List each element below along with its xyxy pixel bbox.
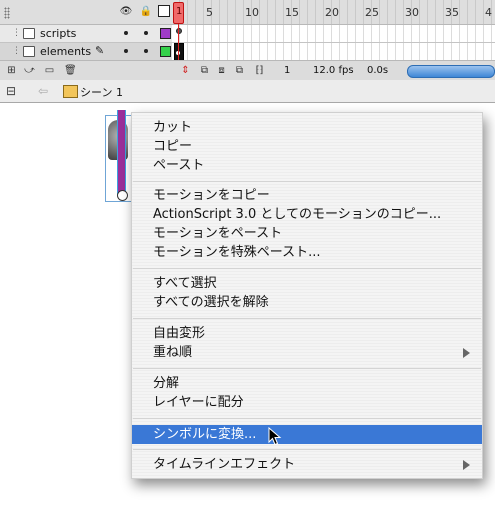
menu-item-label: 分解 [153, 376, 180, 391]
trash-icon[interactable]: 🗑 [64, 65, 77, 76]
layer-grip-icon: ⋮ [12, 46, 21, 56]
frame-ruler[interactable]: 5 10 15 20 25 30 35 4 [172, 0, 495, 24]
frame-number: 15 [285, 6, 299, 19]
outline-icon[interactable] [158, 5, 170, 17]
menu-item-label: すべて選択 [153, 276, 217, 291]
menu-item-copy-motion-as3[interactable]: ActionScript 3.0 としてのモーションのコピー... [132, 205, 482, 224]
current-frame: 1 [284, 65, 291, 76]
back-arrow-icon[interactable]: ⇦ [38, 84, 48, 98]
submenu-arrow-icon [463, 460, 470, 470]
transform-point[interactable] [117, 190, 128, 201]
menu-item-label: モーションをコピー [153, 188, 270, 203]
center-frame-icon[interactable]: ⇕ [180, 65, 191, 76]
layer-frames-scripts[interactable] [172, 25, 495, 43]
menu-separator [133, 368, 481, 369]
menu-item-arrange[interactable]: 重ね順 [132, 343, 482, 362]
frame-number: 35 [445, 6, 459, 19]
menu-item-label: カット [153, 120, 193, 135]
panel-grip[interactable] [4, 7, 10, 19]
timeline-header: 👁 🔒 5 10 15 20 25 30 35 4 1 [0, 0, 495, 25]
menu-item-deselect-all[interactable]: すべての選択を解除 [132, 293, 482, 312]
edit-bar: ⊟ ⇦ シーン 1 [0, 80, 495, 103]
timeline-toolbar: ⊞ ⤻ ▭ 🗑 ⇕ ⧉ ⧈ ⧉ ⁅⁆ 1 12.0 fps 0.0s [0, 60, 495, 82]
submenu-arrow-icon [463, 348, 470, 358]
onion-skin-icon[interactable]: ⧉ [199, 65, 210, 76]
selected-shape[interactable] [117, 110, 126, 195]
menu-item-distribute-to-layers[interactable]: レイヤーに配分 [132, 393, 482, 412]
menu-item-label: すべての選択を解除 [153, 295, 269, 310]
menu-separator [133, 181, 481, 182]
menu-item-free-transform[interactable]: 自由変形 [132, 324, 482, 343]
frame-number: 30 [405, 6, 419, 19]
menu-item-label: ペースト [153, 158, 205, 173]
eye-icon[interactable]: 👁 [119, 6, 133, 18]
keyframe-marker[interactable] [176, 28, 182, 34]
onion-markers-icon[interactable]: ⁅⁆ [254, 65, 265, 76]
context-menu: カット コピー ペースト モーションをコピー ActionScript 3.0 … [131, 112, 483, 479]
menu-item-convert-to-symbol[interactable]: シンボルに変換... [132, 425, 482, 444]
layer-color-swatch[interactable] [160, 46, 171, 57]
menu-item-label: モーションをペースト [153, 226, 283, 241]
menu-separator [133, 318, 481, 319]
onion-outline-icon[interactable]: ⧈ [216, 65, 227, 76]
menu-item-select-all[interactable]: すべて選択 [132, 274, 482, 293]
menu-item-label: レイヤーに配分 [153, 395, 244, 410]
mouse-cursor-icon [268, 427, 282, 446]
frame-rate: 12.0 fps [313, 65, 354, 76]
playhead-frame-number: 1 [176, 6, 183, 17]
new-folder-icon[interactable]: ▭ [44, 65, 55, 76]
layer-frames-elements[interactable] [172, 43, 495, 61]
layer-name[interactable]: elements [40, 45, 91, 58]
visibility-dot[interactable] [124, 49, 128, 53]
menu-item-timeline-effects[interactable]: タイムラインエフェクト [132, 455, 482, 474]
menu-item-paste-motion[interactable]: モーションをペースト [132, 224, 482, 243]
layer-grip-icon: ⋮ [12, 28, 21, 38]
frame-number: 4 [485, 6, 492, 19]
frame-number: 25 [365, 6, 379, 19]
scene-label[interactable]: シーン 1 [80, 84, 123, 100]
frame-number: 20 [325, 6, 339, 19]
motion-guide-icon[interactable]: ⤻ [24, 65, 35, 76]
layer-icon [23, 46, 35, 57]
menu-item-label: シンボルに変換... [153, 427, 257, 442]
pencil-icon: ✎ [95, 44, 105, 57]
menu-item-label: 重ね順 [153, 345, 193, 360]
menu-item-label: コピー [153, 139, 193, 154]
lock-dot[interactable] [144, 31, 148, 35]
menu-separator [133, 268, 481, 269]
menu-item-paste-motion-special[interactable]: モーションを特殊ペースト... [132, 243, 482, 262]
menu-item-label: ActionScript 3.0 としてのモーションのコピー... [153, 207, 442, 222]
frame-number: 10 [245, 6, 259, 19]
new-layer-icon[interactable]: ⊞ [6, 65, 17, 76]
menu-item-label: 自由変形 [153, 326, 206, 341]
frame-number: 5 [206, 6, 213, 19]
visibility-dot[interactable] [124, 31, 128, 35]
menu-item-copy[interactable]: コピー [132, 137, 482, 156]
lock-dot[interactable] [144, 49, 148, 53]
lock-icon[interactable]: 🔒 [139, 6, 153, 18]
menu-item-copy-motion[interactable]: モーションをコピー [132, 186, 482, 205]
edit-multiple-frames-icon[interactable]: ⧉ [234, 65, 245, 76]
menu-separator [133, 418, 481, 419]
elapsed-time: 0.0s [367, 65, 389, 76]
menu-item-break-apart[interactable]: 分解 [132, 374, 482, 393]
timeline-toggle-icon[interactable]: ⊟ [6, 84, 16, 98]
menu-item-cut[interactable]: カット [132, 118, 482, 137]
layer-row-elements[interactable]: ⋮ elements ✎ [0, 43, 172, 61]
timeline-scrollbar[interactable] [407, 65, 495, 78]
menu-separator [133, 449, 481, 450]
menu-item-label: タイムラインエフェクト [153, 457, 296, 472]
layer-icon [23, 28, 35, 39]
layer-name[interactable]: scripts [40, 27, 76, 40]
layer-row-scripts[interactable]: ⋮ scripts [0, 25, 172, 43]
menu-item-label: モーションを特殊ペースト... [153, 245, 321, 260]
timeline-panel: 👁 🔒 5 10 15 20 25 30 35 4 1 ⋮ scripts ⋮ … [0, 0, 495, 82]
layer-color-swatch[interactable] [160, 28, 171, 39]
scene-icon [63, 85, 78, 98]
menu-item-paste[interactable]: ペースト [132, 156, 482, 175]
